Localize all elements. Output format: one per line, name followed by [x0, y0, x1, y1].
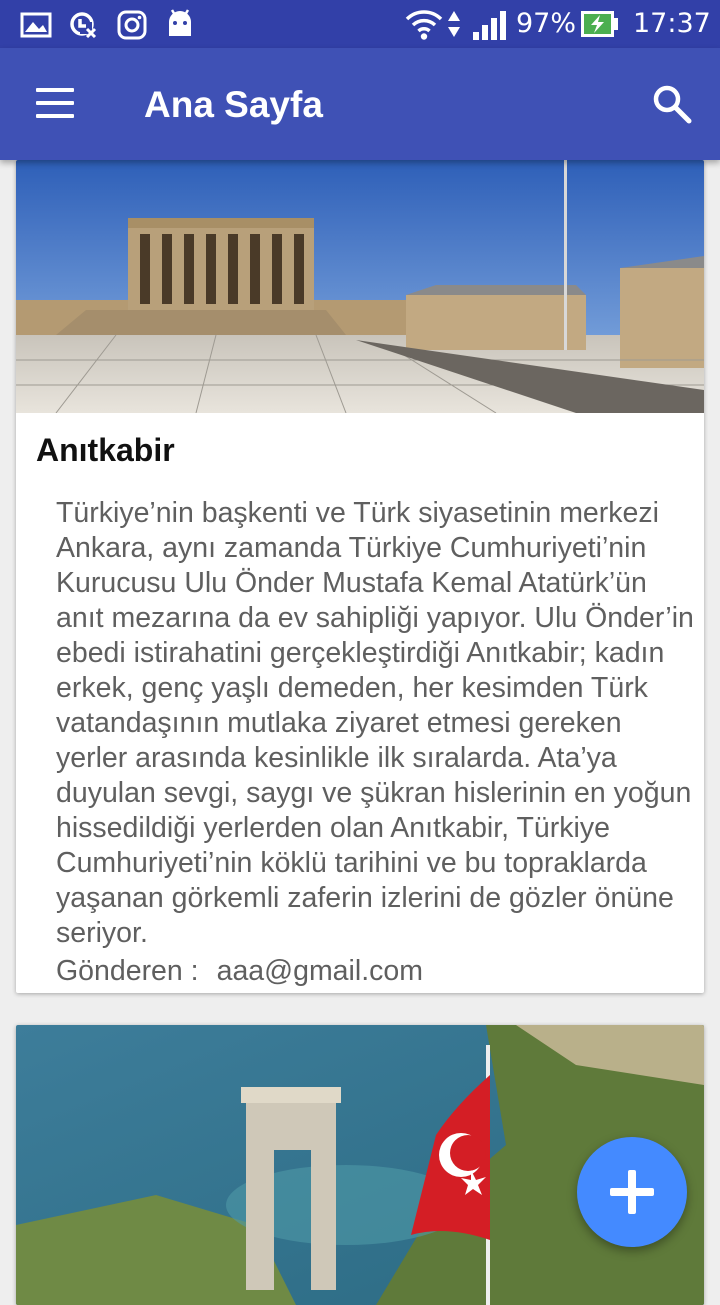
wifi-icon	[405, 10, 443, 40]
signal-icon	[473, 11, 506, 40]
post-title: Anıtkabir	[36, 432, 175, 468]
sync-icon	[70, 12, 97, 38]
instagram-icon	[117, 10, 147, 40]
battery-percent: 97%	[516, 8, 577, 39]
status-bar: 97% 17:37	[0, 0, 720, 48]
hamburger-menu-icon[interactable]	[36, 86, 76, 120]
anitkabir-photo	[16, 160, 704, 413]
post-sender: Gönderen : aaa@gmail.com	[56, 955, 423, 988]
search-icon[interactable]	[652, 84, 692, 124]
add-post-button[interactable]	[577, 1137, 687, 1247]
android-icon	[169, 9, 191, 36]
sender-email: aaa@gmail.com	[216, 955, 423, 987]
post-card[interactable]: Anıtkabir Türkiye’nin başkenti ve Türk s…	[16, 160, 704, 993]
battery-charging-icon	[581, 11, 618, 37]
sender-label: Gönderen :	[56, 955, 199, 987]
page-title: Ana Sayfa	[144, 84, 323, 125]
clock: 17:37	[633, 8, 711, 39]
data-arrows-icon	[448, 11, 460, 37]
app-bar: Ana Sayfa	[0, 48, 720, 160]
gallery-icon	[20, 12, 52, 38]
post-description: Türkiye’nin başkenti ve Türk siyasetinin…	[56, 497, 694, 949]
